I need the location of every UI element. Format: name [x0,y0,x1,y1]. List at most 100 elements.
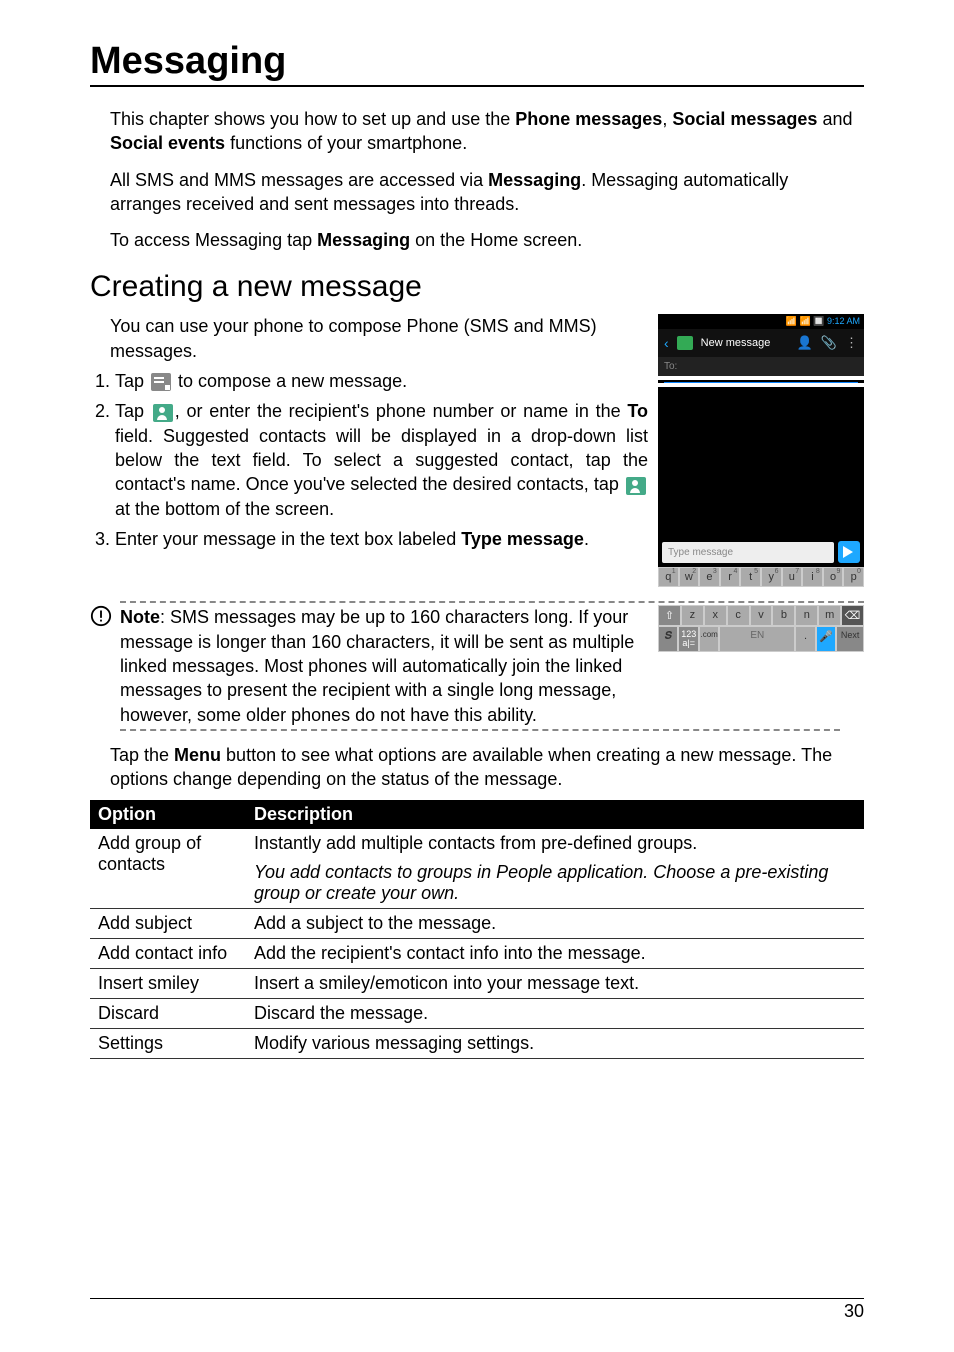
overflow-icon: ⋮ [845,335,858,351]
text: Enter your message in the text box label… [115,529,461,549]
table-row: Insert smiley Insert a smiley/emoticon i… [90,968,864,998]
table-header-desc: Description [246,800,864,829]
text: functions of your smartphone. [225,133,467,153]
table-row: Add contact info Add the recipient's con… [90,938,864,968]
key: t5 [741,568,760,586]
swype-key: 𝑺 [659,627,677,651]
table-cell-desc: Discard the message. [246,998,864,1028]
table-cell-desc: Insert a smiley/emoticon into your messa… [246,968,864,998]
phone-header: ‹ New message 👤 📎 ⋮ [658,329,864,357]
caution-icon [90,605,114,726]
keyboard-row-1: q1w2e3r4t5y6u7i8o9p0 [658,567,864,587]
signal-icon: 📶 📶 🔲 [786,316,827,326]
text: Tap [115,401,151,421]
table-header-row: Option Description [90,800,864,829]
text: , [662,109,672,129]
after-note-para: Tap the Menu button to see what options … [110,743,864,792]
text: This chapter shows you how to set up and… [110,109,515,129]
key: x [705,606,726,625]
table-cell-desc: Add the recipient's contact info into th… [246,938,864,968]
text: Tap the [110,745,174,765]
next-key: Next [837,627,863,651]
table-cell-desc: Modify various messaging settings. [246,1028,864,1058]
text: To access Messaging tap [110,230,317,250]
table-row: Discard Discard the message. [90,998,864,1028]
key: r4 [721,568,740,586]
dashed-separator-2 [120,729,840,731]
mic-key: 🎤 [817,627,835,651]
table-row: Settings Modify various messaging settin… [90,1028,864,1058]
chapter-title: Messaging [90,40,864,87]
phone-header-title: New message [701,337,789,349]
key: w2 [680,568,699,586]
contact-icon-2 [626,477,646,495]
table-row: Add subject Add a subject to the message… [90,908,864,938]
dashed-separator [120,601,864,603]
intro-para-2: All SMS and MMS messages are accessed vi… [110,168,864,217]
intro-para-3: To access Messaging tap Messaging on the… [110,228,864,252]
table-cell-option: Insert smiley [90,968,246,998]
text: . [584,529,589,549]
back-icon: ‹ [664,335,669,351]
bold-to: To [627,401,648,421]
bold-phone-messages: Phone messages [515,109,662,129]
to-field: To: [658,357,864,376]
keyboard: q1w2e3r4t5y6u7i8o9p0 [658,567,864,587]
key: e3 [700,568,719,586]
bold-menu: Menu [174,745,221,765]
text: to compose a new message. [173,371,407,391]
shift-key: ⇧ [659,606,680,625]
keyboard-row-2: ⇧ z x c v b n m ⌫ [658,605,864,626]
table-cell-option: Add subject [90,908,246,938]
key: i8 [803,568,822,586]
phone-screenshot: 📶 📶 🔲 9:12 AM ‹ New message 👤 📎 ⋮ To: Ty… [658,314,864,587]
contact-icon [153,404,173,422]
table-header-option: Option [90,800,246,829]
keyboard-row-3: 𝑺 123 a|= .com EN . 🎤 Next [658,626,864,652]
text: on the Home screen. [410,230,582,250]
text: Tap [115,371,149,391]
delete-key: ⌫ [842,606,863,625]
phone-keyboard-bottom: ⇧ z x c v b n m ⌫ 𝑺 [658,605,864,652]
key: u7 [783,568,802,586]
text: field. Suggested contacts will be displa… [115,426,648,495]
note-label: Note [120,607,160,627]
lead-in: You can use your phone to compose Phone … [110,314,648,363]
key: p0 [844,568,863,586]
period-key: . [796,627,814,651]
bold-social-events: Social events [110,133,225,153]
bold-type-message: Type message [461,529,584,549]
type-message-box: Type message [662,542,834,563]
intro-para-1: This chapter shows you how to set up and… [110,107,864,156]
key: b [773,606,794,625]
com-key: .com [700,627,718,651]
text: All SMS and MMS messages are accessed vi… [110,170,488,190]
bold-messaging-2: Messaging [317,230,410,250]
text: , or enter the recipient's phone number … [175,401,628,421]
status-time: 9:12 AM [827,316,860,326]
bold-social-messages: Social messages [672,109,817,129]
key: v [751,606,772,625]
key: n [796,606,817,625]
key: z [682,606,703,625]
message-icon [677,336,693,350]
section-title: Creating a new message [90,270,864,304]
table-cell-desc: Add a subject to the message. [246,908,864,938]
text: and [817,109,852,129]
key: y6 [762,568,781,586]
table-cell-desc: Instantly add multiple contacts from pre… [246,829,864,858]
bold-messaging: Messaging [488,170,581,190]
key: o9 [824,568,843,586]
step-2: Tap , or enter the recipient's phone num… [115,399,648,520]
attach-icon: 📎 [821,335,837,351]
space-key: EN [720,627,794,651]
step-3: Enter your message in the text box label… [115,527,648,551]
key: q1 [659,568,678,586]
table-cell-option: Add contact info [90,938,246,968]
table-cell-subdesc: You add contacts to groups in People app… [246,858,864,909]
phone-body [658,387,864,537]
option-table: Option Description Add group of contacts… [90,800,864,1059]
step-1: Tap to compose a new message. [115,369,648,393]
table-cell-option: Settings [90,1028,246,1058]
page-number: 30 [90,1298,864,1322]
